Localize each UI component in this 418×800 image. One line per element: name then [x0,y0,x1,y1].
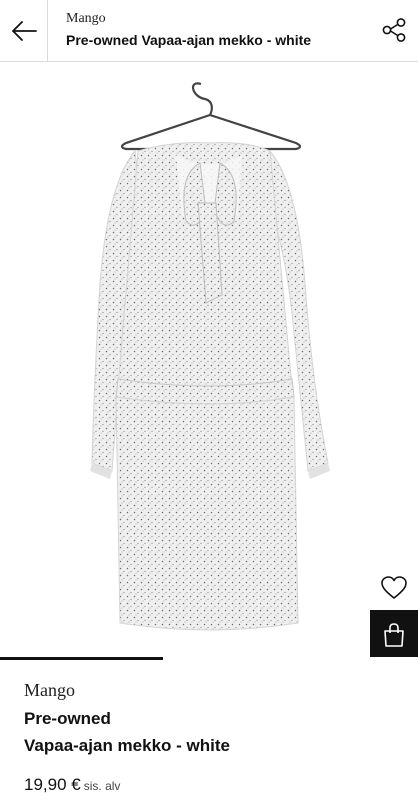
arrow-left-icon [11,21,37,41]
product-brand[interactable]: Mango [24,680,230,700]
share-icon [382,18,406,42]
header-brand: Mango [66,11,106,26]
header-title: Pre-owned Vapaa-ajan mekko - white [66,32,312,48]
price-row: 19,90 € sis. alv [24,775,120,795]
product-price: 19,90 € [24,775,81,794]
vat-note: sis. alv [83,779,121,793]
product-image[interactable] [0,63,418,657]
top-bar: Mango Pre-owned Vapaa-ajan mekko - white [0,0,418,62]
header-text: Mango Pre-owned Vapaa-ajan mekko - white [66,11,311,49]
heart-icon [381,576,407,599]
product-condition: Pre-owned [24,709,111,728]
product-info: Mango Pre-owned Vapaa-ajan mekko - white [24,680,230,756]
add-to-cart-button[interactable] [370,610,418,660]
product-name: Vapaa-ajan mekko - white [24,736,230,755]
back-button[interactable] [0,0,48,62]
shopping-bag-icon [384,623,404,647]
dress-image [90,82,330,631]
image-progress-fill [0,657,164,660]
image-progress-track [0,657,418,660]
favorite-button[interactable] [370,566,418,610]
share-button[interactable] [378,14,410,46]
